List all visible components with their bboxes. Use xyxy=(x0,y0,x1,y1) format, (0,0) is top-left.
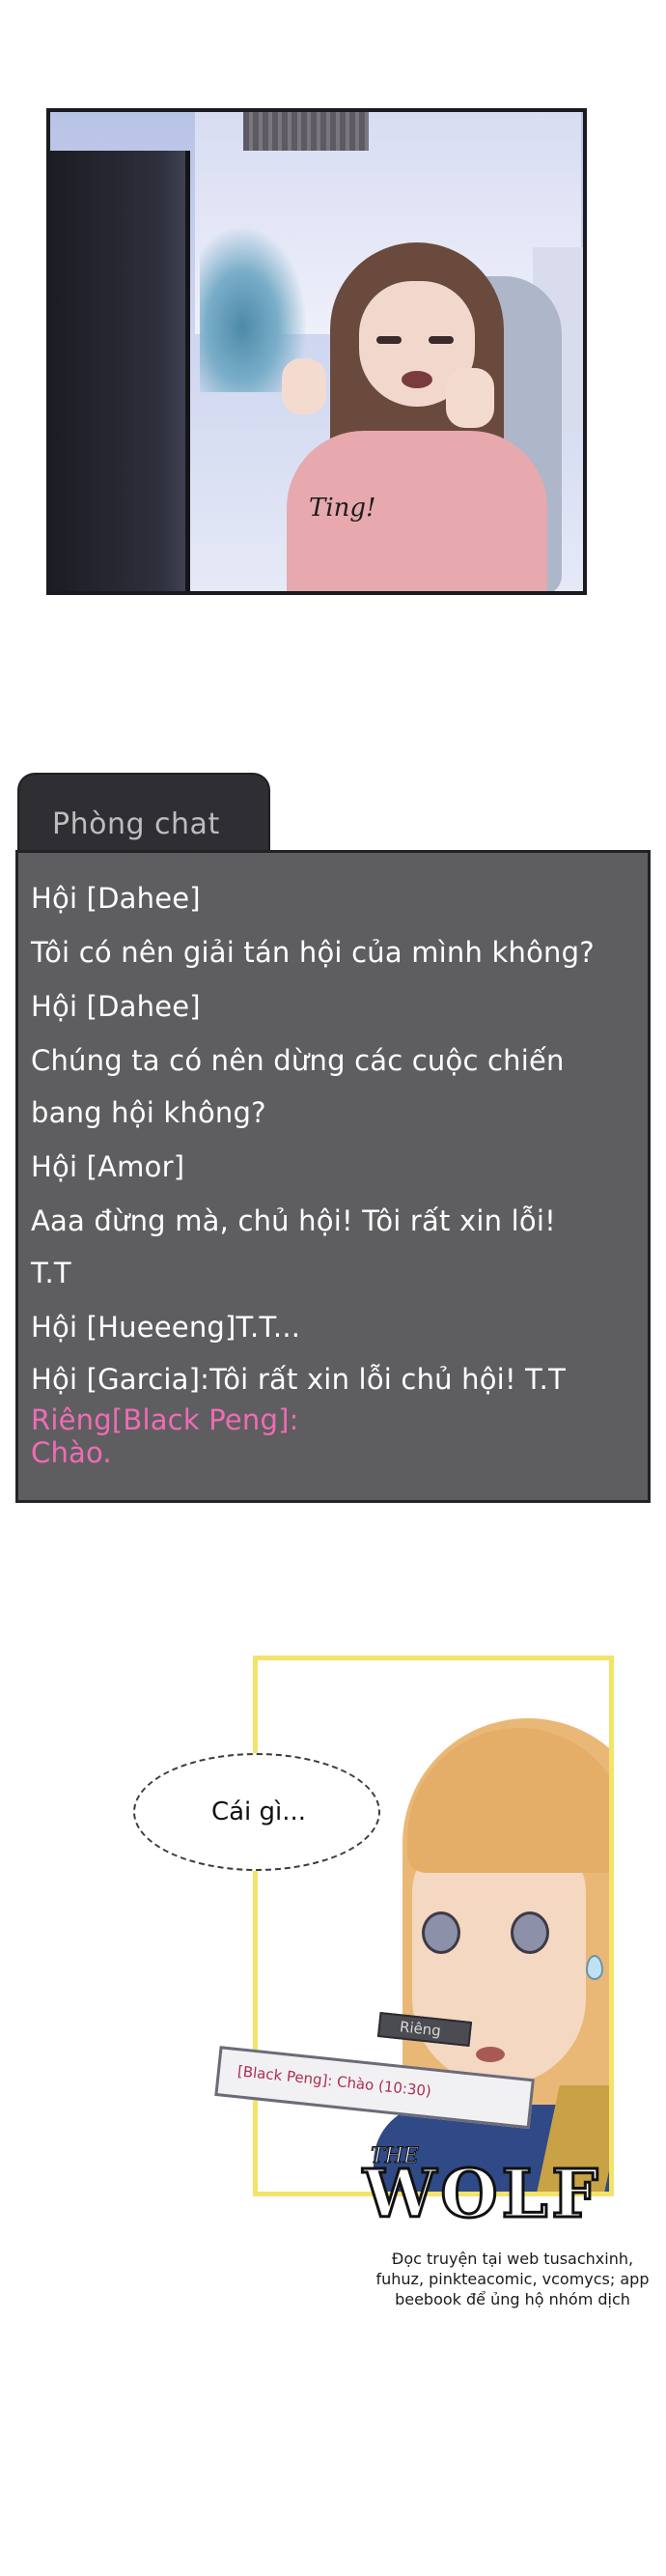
chat-line-private: Chào. xyxy=(31,1436,112,1469)
left-eye xyxy=(376,336,402,344)
chat-line: Chúng ta có nên dừng các cuộc chiến xyxy=(31,1044,565,1077)
girl-bangs xyxy=(407,1728,609,1873)
credits-text: Đọc truyện tại web tusachxinh, fuhuz, pi… xyxy=(373,2249,652,2309)
notification-tab-label: Riêng xyxy=(399,2018,442,2040)
computer-monitor xyxy=(50,151,190,591)
chat-line: Hội [Garcia]:Tôi rất xin lỗi chủ hội! T.… xyxy=(31,1363,566,1396)
chat-line: Hội [Amor] xyxy=(31,1150,185,1183)
right-eye xyxy=(511,1911,549,1954)
office-panel: Ting! xyxy=(46,108,587,595)
notification-text: [Black Peng]: Chào (10:30) xyxy=(236,2062,432,2101)
speech-bubble: Cái gì... xyxy=(133,1753,380,1871)
mouth xyxy=(476,2047,505,2062)
mouth xyxy=(402,371,432,388)
chat-line: Hội [Hueeeng]T.T... xyxy=(31,1311,301,1344)
sound-effect-text: Ting! xyxy=(309,494,376,523)
right-hand xyxy=(446,368,494,428)
chat-line: T.T xyxy=(31,1257,71,1289)
chat-window: Hội [Dahee] Tôi có nên giải tán hội của … xyxy=(15,850,651,1503)
chat-line: Hội [Dahee] xyxy=(31,882,201,915)
sweat-drop-icon xyxy=(586,1955,603,1980)
left-eye xyxy=(422,1911,460,1954)
chat-line: Hội [Dahee] xyxy=(31,990,201,1023)
speech-text: Cái gì... xyxy=(210,1798,307,1826)
chat-room-tab-label: Phòng chat xyxy=(52,807,220,841)
logo-big-text: WOLF xyxy=(362,2155,602,2235)
chat-line: Tôi có nên giải tán hội của mình không? xyxy=(31,936,595,969)
credit-line: fuhuz, pinkteacomic, vcomycs; app xyxy=(375,2270,650,2288)
chat-line-private: Riêng[Black Peng]: xyxy=(31,1403,299,1436)
left-hand xyxy=(282,358,326,414)
right-eye xyxy=(429,336,454,344)
chat-line: Aaa đừng mà, chủ hội! Tôi rất xin lỗi! xyxy=(31,1204,556,1237)
credit-line: beebook để ủng hộ nhóm dịch xyxy=(395,2290,630,2308)
wolf-logo: THE WOLF xyxy=(362,2142,633,2249)
credit-line: Đọc truyện tại web tusachxinh, xyxy=(391,2250,634,2268)
chat-line: bang hội không? xyxy=(31,1096,266,1129)
chat-room-tab: Phòng chat xyxy=(17,773,270,852)
ceiling-lamp xyxy=(243,112,369,151)
